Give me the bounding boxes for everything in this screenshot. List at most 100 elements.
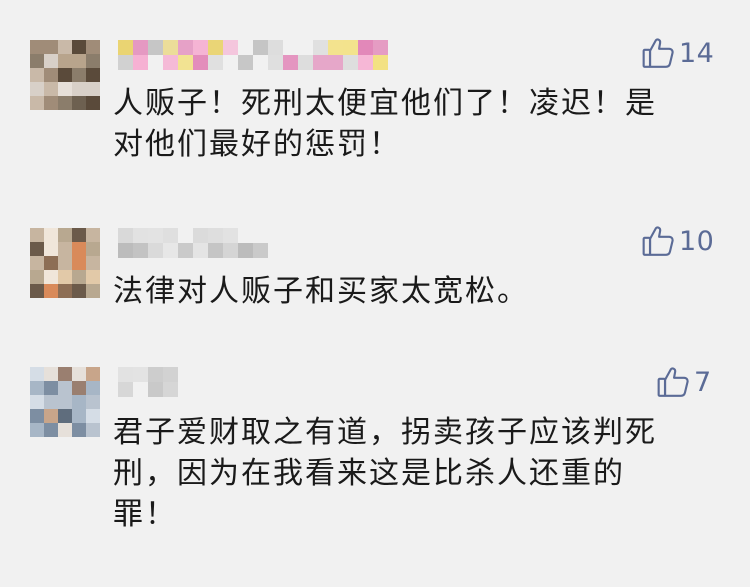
avatar-mosaic-cell [58, 96, 72, 110]
avatar-mosaic-cell [58, 40, 72, 54]
avatar-mosaic-cell [44, 367, 58, 381]
username-mosaic-cell [133, 367, 148, 382]
username-mosaic-cell [343, 40, 358, 55]
username-mosaic-cell [148, 243, 163, 258]
username-mosaic-cell [118, 228, 133, 243]
avatar-mosaic-cell [44, 409, 58, 423]
username-mosaic-cell [208, 40, 223, 55]
username-mosaic-cell [163, 228, 178, 243]
avatar-mosaic-cell [30, 423, 44, 437]
avatar[interactable] [30, 40, 100, 110]
username-mosaic-cell [118, 40, 133, 55]
like-count: 7 [694, 366, 712, 398]
username-mosaic-cell [193, 40, 208, 55]
avatar-mosaic-cell [58, 395, 72, 409]
avatar-mosaic-cell [72, 367, 86, 381]
comment-text: 人贩子！死刑太便宜他们了！凌迟！是 对他们最好的惩罚！ [113, 86, 657, 162]
username-mosaic-cell [133, 40, 148, 55]
avatar-mosaic-cell [58, 54, 72, 68]
username-mosaic-cell [148, 382, 163, 397]
avatar-mosaic-cell [58, 228, 72, 242]
avatar-mosaic-cell [72, 409, 86, 423]
avatar-mosaic-cell [30, 82, 44, 96]
avatar-mosaic-cell [72, 96, 86, 110]
avatar[interactable] [30, 228, 100, 298]
avatar-mosaic-cell [30, 242, 44, 256]
username-mosaic-cell [298, 55, 313, 70]
avatar-mosaic-cell [86, 82, 100, 96]
avatar-mosaic-cell [86, 228, 100, 242]
avatar-mosaic-cell [30, 409, 44, 423]
avatar-mosaic-cell [58, 270, 72, 284]
username-mosaic-cell [358, 40, 373, 55]
avatar-mosaic-cell [58, 68, 72, 82]
avatar-mosaic-cell [58, 423, 72, 437]
like-button[interactable]: 10 [641, 223, 714, 259]
username-mosaic-cell [268, 55, 283, 70]
username-mosaic-cell [178, 55, 193, 70]
avatar[interactable] [30, 367, 100, 437]
username-mosaic-cell [133, 55, 148, 70]
avatar-mosaic-cell [30, 68, 44, 82]
avatar-mosaic-cell [44, 284, 58, 298]
avatar-mosaic-cell [72, 284, 86, 298]
username-mosaic-cell [238, 243, 253, 258]
username-mosaic-cell [253, 243, 268, 258]
username-mosaic-cell [118, 367, 133, 382]
avatar-mosaic-cell [30, 228, 44, 242]
avatar-mosaic-cell [30, 381, 44, 395]
thumbs-up-icon [641, 36, 675, 70]
username-mosaic-cell [148, 367, 163, 382]
avatar-mosaic-cell [44, 256, 58, 270]
avatar-mosaic-cell [30, 270, 44, 284]
avatar-mosaic-cell [44, 395, 58, 409]
username-mosaic-cell [208, 228, 223, 243]
avatar-mosaic-cell [86, 367, 100, 381]
avatar-mosaic-cell [72, 54, 86, 68]
like-count: 14 [679, 37, 715, 69]
avatar-mosaic-cell [44, 423, 58, 437]
username-blurred[interactable] [118, 38, 388, 72]
like-button[interactable]: 7 [656, 364, 712, 400]
avatar-mosaic-cell [86, 395, 100, 409]
avatar-mosaic-cell [44, 270, 58, 284]
username-mosaic-cell [208, 243, 223, 258]
thumbs-up-icon [656, 365, 690, 399]
username-mosaic-cell [238, 55, 253, 70]
avatar-mosaic-cell [86, 381, 100, 395]
avatar-mosaic-cell [58, 367, 72, 381]
avatar-mosaic-cell [86, 256, 100, 270]
username-mosaic-cell [343, 55, 358, 70]
avatar-mosaic-cell [44, 82, 58, 96]
thumbs-up-icon [641, 224, 675, 258]
username-mosaic-cell [193, 228, 208, 243]
username-mosaic-cell [313, 55, 328, 70]
username-mosaic-cell [193, 243, 208, 258]
avatar-mosaic-cell [86, 96, 100, 110]
avatar-mosaic-cell [30, 96, 44, 110]
avatar-mosaic-cell [30, 395, 44, 409]
like-count: 10 [679, 225, 715, 257]
avatar-mosaic-cell [72, 423, 86, 437]
avatar-mosaic-cell [58, 242, 72, 256]
avatar-mosaic-cell [86, 270, 100, 284]
username-mosaic-cell [163, 382, 178, 397]
avatar-mosaic-cell [44, 242, 58, 256]
username-mosaic-cell [223, 243, 238, 258]
username-blurred[interactable] [118, 226, 276, 260]
avatar-mosaic-cell [30, 284, 44, 298]
username-blurred[interactable] [118, 365, 180, 399]
avatar-mosaic-cell [44, 381, 58, 395]
avatar-mosaic-cell [30, 54, 44, 68]
avatar-mosaic-cell [72, 242, 86, 256]
username-mosaic-cell [163, 40, 178, 55]
avatar-mosaic-cell [72, 40, 86, 54]
avatar-mosaic-cell [30, 367, 44, 381]
avatar-mosaic-cell [72, 82, 86, 96]
avatar-mosaic-cell [44, 40, 58, 54]
avatar-mosaic-cell [72, 256, 86, 270]
comment-text: 君子爱财取之有道，拐卖孩子应该判死 刑，因为在我看来这是比杀人还重的 罪！ [113, 415, 657, 532]
avatar-mosaic-cell [44, 96, 58, 110]
like-button[interactable]: 14 [641, 35, 714, 71]
username-mosaic-cell [118, 382, 133, 397]
